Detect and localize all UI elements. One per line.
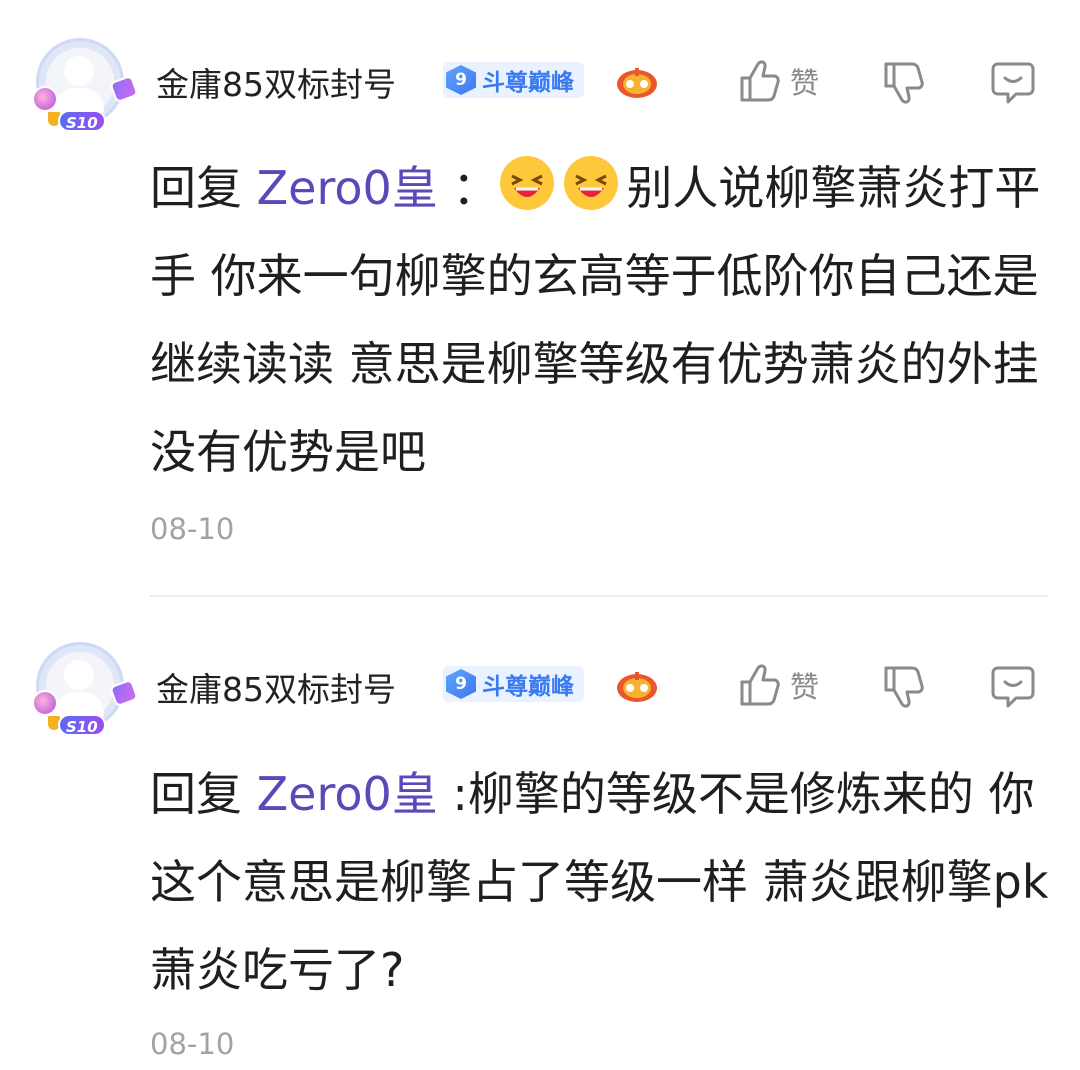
like-label: 赞 (790, 670, 820, 704)
reply-target-user[interactable]: Zero0皇 (257, 767, 438, 821)
avatar-badge: S10 (58, 714, 106, 736)
laughing-emoji-icon (500, 156, 555, 210)
username[interactable]: 金庸85双标封号 (156, 58, 396, 106)
reply-prefix: 回复 (150, 161, 242, 215)
comment-bubble-icon (991, 666, 1035, 708)
reply-item: S10 金庸85双标封号 9 斗尊巅峰 赞 回复 Zero0皇 ： 别人说柳擎萧… (0, 0, 1080, 598)
avatar-deco-orb-icon (32, 690, 58, 716)
comment-button[interactable] (990, 664, 1036, 710)
reply-content[interactable]: 回复 Zero0皇 :柳擎的等级不是修炼来的 你这个意思是柳擎占了等级一样 萧炎… (150, 750, 1050, 1014)
laughing-emoji-icon (564, 156, 619, 210)
default-avatar-head-icon (64, 660, 94, 690)
thumbs-up-icon (740, 60, 780, 102)
dislike-button[interactable] (882, 60, 926, 106)
level-badge[interactable]: 9 斗尊巅峰 (443, 666, 584, 702)
reply-content[interactable]: 回复 Zero0皇 ： 别人说柳擎萧炎打平手 你来一句柳擎的玄高等于低阶你自己还… (150, 144, 1050, 496)
avatar[interactable]: S10 (32, 38, 140, 138)
game-medal-icon (617, 672, 657, 702)
default-avatar-head-icon (64, 56, 94, 86)
level-title: 斗尊巅峰 (482, 674, 574, 700)
like-button[interactable]: 赞 (738, 58, 819, 104)
dislike-button[interactable] (882, 664, 926, 710)
avatar-deco-orb-icon (32, 86, 58, 112)
level-number: 9 (446, 65, 476, 95)
thumbs-down-icon (884, 62, 924, 104)
reply-separator: : (452, 767, 468, 821)
comment-bubble-icon (991, 62, 1035, 104)
timestamp: 08-10 (150, 1027, 235, 1061)
avatar[interactable]: S10 (32, 642, 140, 742)
reply-prefix: 回复 (150, 767, 242, 821)
avatar-badge: S10 (58, 110, 106, 132)
level-number: 9 (446, 669, 476, 699)
username[interactable]: 金庸85双标封号 (156, 663, 396, 711)
game-medal-icon (617, 68, 657, 98)
thumbs-up-icon (740, 664, 780, 706)
reply-item: S10 金庸85双标封号 9 斗尊巅峰 赞 回复 Zero0皇 :柳擎的等级不是… (0, 600, 1080, 1070)
reply-target-user[interactable]: Zero0皇 (257, 161, 438, 215)
reply-separator: ： (452, 161, 499, 215)
divider (150, 595, 1048, 597)
thumbs-down-icon (884, 666, 924, 708)
comment-button[interactable] (990, 60, 1036, 106)
level-title: 斗尊巅峰 (482, 70, 574, 96)
like-button[interactable]: 赞 (738, 662, 819, 708)
timestamp: 08-10 (150, 512, 235, 546)
like-label: 赞 (790, 66, 820, 100)
level-badge[interactable]: 9 斗尊巅峰 (443, 62, 584, 98)
